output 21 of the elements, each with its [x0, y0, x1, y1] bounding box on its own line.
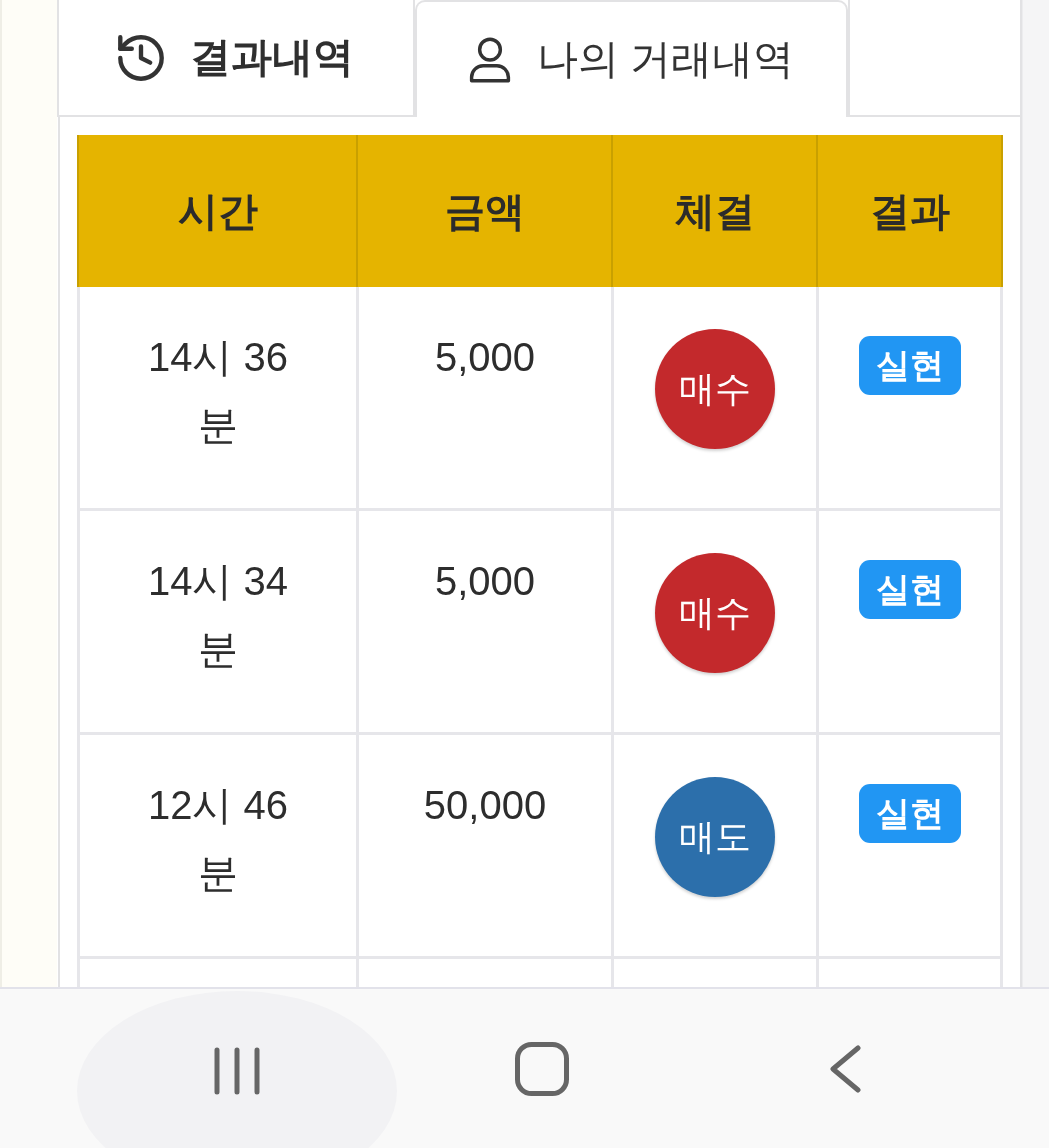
back-icon: [829, 1044, 861, 1093]
tab[interactable]: 결과내역: [57, 0, 415, 117]
recent-apps-icon: [213, 1046, 261, 1096]
trade-chip: 매수: [655, 329, 775, 449]
home-icon: [515, 1041, 569, 1096]
table-cell: 14시 34 분: [77, 511, 356, 735]
trade-chip: 매수: [655, 553, 775, 673]
table-cell: 5,000: [356, 511, 611, 735]
table-cell: 5,000: [356, 287, 611, 511]
trade-chip: 매도: [655, 777, 775, 897]
column-header: 결과: [816, 135, 1003, 287]
result-badge: 실현: [858, 336, 961, 395]
tab[interactable]: 나의 거래내역: [415, 0, 848, 117]
history-icon: [118, 34, 164, 81]
user-icon: [468, 36, 511, 83]
table-cell: 50,000: [356, 735, 611, 959]
result-badge: 실현: [858, 560, 961, 619]
result-badge: 실현: [858, 784, 961, 843]
table-cell: 14시 36 분: [77, 287, 356, 511]
tab[interactable]: [848, 0, 1022, 117]
table-cell: 12시 46 분: [77, 735, 356, 959]
